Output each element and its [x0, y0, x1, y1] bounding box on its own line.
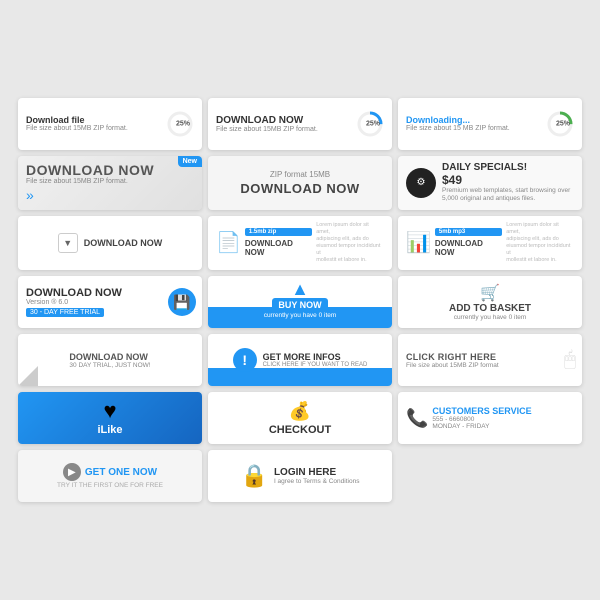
info-sub-text: CLICK HERE IF YOU WANT TO READ [263, 362, 368, 368]
download-corner-card[interactable]: DOWNLOAD NOW 30 DAY TRIAL, JUST NOW! [18, 334, 202, 386]
buy-arrow-icon: ▲ [291, 280, 309, 298]
file-badge-2: 1.5mb zip [245, 228, 312, 236]
arrow-dl-text-1: DOWNLOAD NOW [84, 238, 163, 248]
login-main-text: LOGIN HERE [274, 467, 360, 478]
download-progress-card-3[interactable]: Downloading... File size about 15 MB ZIP… [398, 98, 582, 150]
customers-service-card[interactable]: 📞 CUSTOMERS SERVICE 555 - 6660800 MONDAY… [398, 392, 582, 444]
mouse-icon: 🖱 [564, 349, 576, 372]
lock-icon: 🔒 [241, 463, 268, 489]
zip-download-card[interactable]: ZIP format 15MB DOWNLOAD NOW [208, 156, 392, 210]
getone-arrow-icon: ▶ [63, 463, 81, 481]
specials-title: DAILY SPECIALS! [442, 162, 574, 173]
arrow-dl-text-2: DOWNLOAD NOW [245, 239, 312, 257]
get-more-infos-card[interactable]: ! GET MORE INFOS CLICK HERE IF YOU WANT … [208, 334, 392, 386]
dl-sub-text: File size about 15MB ZIP format. [26, 178, 128, 185]
specials-price: $49 [442, 173, 574, 187]
card3-subtitle: File size about 15 MB ZIP format. [406, 125, 510, 132]
specials-icon: ⚙ [406, 168, 436, 198]
ribbon-new: New [178, 156, 202, 167]
info-text-3: Lorem ipsum dolor sit amet,adipiscing el… [506, 222, 574, 265]
arrow-download-3[interactable]: 📊 5mb mp3 DOWNLOAD NOW Lorem ipsum dolor… [398, 216, 582, 271]
main-container: Download file File size about 15MB ZIP f… [10, 90, 590, 511]
corner-dl-main: DOWNLOAD NOW [69, 352, 148, 362]
zip-dl-text: DOWNLOAD NOW [240, 181, 359, 196]
arrow-download-2[interactable]: 📄 1.5mb zip DOWNLOAD NOW Lorem ipsum dol… [208, 216, 392, 271]
exclamation-icon: ! [233, 348, 257, 372]
card1-subtitle: File size about 15MB ZIP format. [26, 125, 128, 132]
card1-title: Download file [26, 115, 85, 125]
buy-now-tag: BUY NOW [272, 298, 327, 312]
card2-pct: 25% [366, 120, 380, 127]
getone-text: GET ONE NOW [85, 467, 157, 478]
checkout-text: CHECKOUT [269, 424, 331, 436]
disk-icon: 💾 [168, 288, 196, 316]
card2-subtitle: File size about 15MB ZIP format. [216, 126, 318, 133]
arrow-down-icon[interactable]: ▼ [58, 233, 78, 253]
file-icon-2: 📄 [216, 230, 241, 255]
download-progress-card-2[interactable]: DOWNLOAD NOW File size about 15MB ZIP fo… [208, 98, 392, 150]
basket-main-text: ADD TO BASKET [449, 303, 531, 314]
buy-now-card[interactable]: ▲ BUY NOW currently you have 0 item [208, 276, 392, 328]
basket-sub-text: currently you have 0 item [454, 314, 527, 321]
ilike-text: iLike [97, 424, 122, 436]
zip-format-label: ZIP format 15MB [270, 170, 330, 179]
phone-icon: 📞 [406, 408, 428, 429]
arrow-download-1[interactable]: ▼ DOWNLOAD NOW [18, 216, 202, 271]
download-progress-card-1[interactable]: Download file File size about 15MB ZIP f… [18, 98, 202, 150]
file-icon-3: 📊 [406, 230, 431, 255]
info-main-text: GET MORE INFOS [263, 352, 368, 362]
customers-phone: 555 - 6660800 [432, 416, 531, 423]
basket-icon: 🛒 [480, 283, 500, 303]
customers-main: CUSTOMERS SERVICE [432, 406, 531, 416]
chevron-down-icon: » [26, 187, 34, 203]
checkout-icon: 💰 [289, 401, 311, 422]
heart-icon: ♥ [103, 400, 116, 422]
dl-main-text: DOWNLOAD NOW [26, 162, 154, 178]
file-badge-3: 5mb mp3 [435, 228, 502, 236]
getone-sub-text: TRY IT THE FIRST ONE FOR FREE [57, 482, 163, 489]
download-now-card[interactable]: New DOWNLOAD NOW File size about 15MB ZI… [18, 156, 202, 210]
click-right-here-card[interactable]: CLICK RIGHT HERE File size about 15MB ZI… [398, 334, 582, 386]
arrow-dl-text-3: DOWNLOAD NOW [435, 239, 502, 257]
click-main-text: CLICK RIGHT HERE [406, 352, 496, 362]
customers-hours: MONDAY - FRIDAY [432, 423, 531, 430]
dl-trial-badge-1: 30 - DAY FREE TRIAL [26, 308, 104, 317]
corner-dl-sub: 30 DAY TRIAL, JUST NOW! [69, 362, 150, 369]
daily-specials-card[interactable]: ⚙ DAILY SPECIALS! $49 Premium web templa… [398, 156, 582, 210]
ilike-card[interactable]: ♥ iLike [18, 392, 202, 444]
click-sub-text: File size about 15MB ZIP format [406, 362, 499, 369]
card1-pct: 25% [176, 120, 190, 127]
corner-fold-icon [18, 366, 38, 386]
login-sub-text: I agree to Terms & Conditions [274, 478, 360, 485]
dl-version-1: Version ® 6.0 [26, 299, 68, 306]
card3-pct: 25% [556, 120, 570, 127]
add-to-basket-card[interactable]: 🛒 ADD TO BASKET currently you have 0 ite… [398, 276, 582, 328]
info-text-2: Lorem ipsum dolor sit amet,adipiscing el… [316, 222, 384, 265]
dl-trial-main-1: DOWNLOAD NOW [26, 287, 122, 299]
get-one-now-card[interactable]: ▶ GET ONE NOW TRY IT THE FIRST ONE FOR F… [18, 450, 202, 502]
card3-title: Downloading... [406, 115, 470, 125]
specials-sub: Premium web templates, start browsing ov… [442, 187, 574, 204]
download-trial-card-1[interactable]: DOWNLOAD NOW Version ® 6.0 30 - DAY FREE… [18, 276, 202, 328]
card2-title: DOWNLOAD NOW [216, 115, 303, 126]
buy-sub-text: currently you have 0 item [264, 312, 337, 319]
login-here-card[interactable]: 🔒 LOGIN HERE I agree to Terms & Conditio… [208, 450, 392, 502]
checkout-card[interactable]: 💰 CHECKOUT [208, 392, 392, 444]
